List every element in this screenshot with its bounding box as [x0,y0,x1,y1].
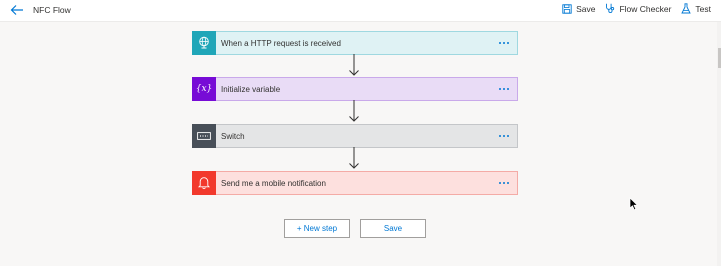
step-icon-box [192,123,216,148]
bell-icon [198,177,210,189]
variable-icon: {x} [195,83,213,94]
more-options-icon[interactable] [495,38,513,48]
connector-arrow-icon [349,147,359,169]
step-mobile-notification[interactable]: Send me a mobile notification [192,170,518,195]
switch-icon [197,131,211,140]
back-arrow-icon[interactable] [10,4,24,16]
globe-request-icon [198,36,209,49]
step-icon-box [192,170,216,195]
flow-checker-button[interactable]: Flow Checker [605,3,671,14]
step-title: Switch [221,131,245,141]
step-title: Send me a mobile notification [221,178,326,188]
flow-name: NFC Flow [33,5,71,15]
step-icon-box: {x} [192,76,216,101]
more-options-icon[interactable] [495,178,513,188]
flow-checker-label: Flow Checker [619,3,672,14]
flask-icon [681,3,692,14]
test-button[interactable]: Test [681,3,711,14]
stethoscope-icon [606,3,615,13]
step-icon-box [192,30,216,55]
top-bar: NFC Flow Save Flow Checker Test [0,0,721,22]
step-title: Initialize variable [221,84,281,94]
header-save-button[interactable]: Save [562,4,595,14]
save-button[interactable]: Save [360,219,426,238]
test-label: Test [695,3,711,14]
header-save-label: Save [576,3,596,14]
mouse-cursor-icon [629,197,639,211]
step-initialize-variable[interactable]: {x} Initialize variable [192,76,518,101]
header-actions: Save Flow Checker Test [562,3,711,14]
vertical-scrollbar[interactable] [717,22,721,266]
more-options-icon[interactable] [495,131,513,141]
save-icon [562,3,572,14]
connector-arrow-icon [349,100,359,122]
connector-arrow-icon [349,54,359,76]
step-title: When a HTTP request is received [221,38,341,48]
step-http-request-trigger[interactable]: When a HTTP request is received [192,30,518,55]
more-options-icon[interactable] [495,84,513,94]
step-switch[interactable]: Switch [192,123,518,148]
new-step-button[interactable]: + New step [284,219,350,238]
